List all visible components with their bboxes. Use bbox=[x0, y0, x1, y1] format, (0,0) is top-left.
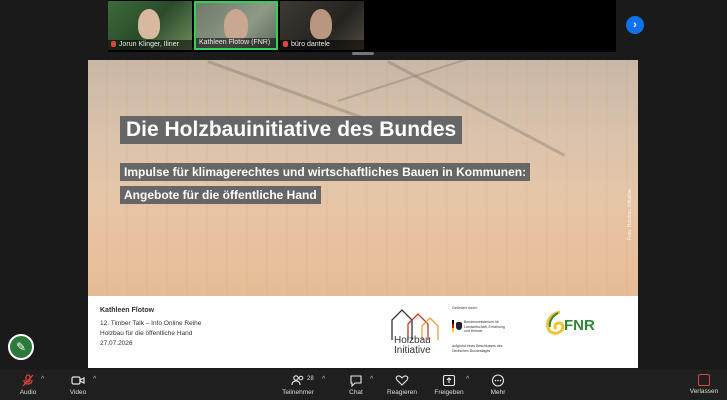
participant-video bbox=[310, 9, 332, 39]
audio-options-chevron-up-icon[interactable]: ^ bbox=[41, 376, 44, 383]
german-flag-icon bbox=[452, 320, 454, 332]
participant-tile[interactable]: Jorun Klinger, Iliner bbox=[108, 1, 192, 50]
chat-options-chevron-up-icon[interactable]: ^ bbox=[370, 376, 373, 383]
participant-count-badge: 28 bbox=[307, 376, 314, 382]
presenter-name: Kathleen Flotow bbox=[100, 307, 155, 314]
share-options-chevron-up-icon[interactable]: ^ bbox=[466, 376, 469, 383]
fnr-logo: FNR bbox=[544, 310, 608, 340]
participant-tile-active-speaker[interactable]: Kathleen Flotow (FNR) bbox=[194, 1, 278, 50]
roof-beam bbox=[337, 60, 491, 102]
react-button[interactable]: Reagieren bbox=[386, 370, 418, 400]
meeting-toolbar: Audio ^ Video ^ Teilnehmer 28 ^ Chat ^ R… bbox=[0, 370, 727, 400]
video-button[interactable]: Video bbox=[64, 370, 92, 400]
funding-note: Gefördert durch: bbox=[452, 306, 478, 310]
pencil-icon: ✎ bbox=[15, 340, 27, 354]
participants-label: Teilnehmer bbox=[282, 389, 314, 396]
muted-mic-icon bbox=[111, 41, 116, 47]
holzbau-initiative-logo: Holzbau Initiative bbox=[388, 306, 442, 356]
participant-name: büro dantele bbox=[291, 41, 330, 48]
chat-button[interactable]: Chat bbox=[342, 370, 370, 400]
share-button[interactable]: Freigeben bbox=[432, 370, 466, 400]
participants-options-chevron-up-icon[interactable]: ^ bbox=[322, 376, 325, 383]
chevron-right-icon: › bbox=[633, 19, 637, 31]
react-label: Reagieren bbox=[387, 389, 417, 396]
event-name: 12. Timber Talk – Info Online Reihe bbox=[100, 320, 202, 327]
next-page-button[interactable]: › bbox=[626, 16, 644, 34]
talk-date: 27.07.2026 bbox=[100, 340, 133, 347]
roof-beam bbox=[207, 60, 378, 125]
ministry-logo: Gefördert durch: Bundesministerium für L… bbox=[452, 306, 506, 362]
holzbau-logo-line2: Initiative bbox=[394, 345, 431, 356]
chat-label: Chat bbox=[349, 389, 363, 396]
chat-bubble-icon bbox=[350, 375, 362, 387]
annotate-button[interactable]: ✎ bbox=[8, 334, 34, 360]
participant-name: Kathleen Flotow (FNR) bbox=[199, 39, 271, 46]
slide-title: Die Holzbauinitiative des Bundes bbox=[120, 116, 463, 144]
participant-video bbox=[138, 9, 160, 39]
participants-button[interactable]: Teilnehmer bbox=[280, 370, 316, 400]
participant-tile[interactable]: büro dantele bbox=[280, 1, 364, 50]
video-options-chevron-up-icon[interactable]: ^ bbox=[93, 376, 96, 383]
participant-strip: Jorun Klinger, Iliner Kathleen Flotow (F… bbox=[108, 0, 616, 52]
shared-screen: Die Holzbauinitiative des Bundes Impulse… bbox=[88, 60, 638, 368]
meeting-window: Jorun Klinger, Iliner Kathleen Flotow (F… bbox=[0, 0, 727, 400]
participant-name: Jorun Klinger, Iliner bbox=[119, 41, 179, 48]
slide-subtitle-line1: Impulse für klimagerechtes und wirtschaf… bbox=[120, 163, 531, 181]
strip-scrollbar[interactable] bbox=[352, 52, 374, 55]
share-label: Freigeben bbox=[434, 389, 464, 396]
more-icon bbox=[491, 374, 505, 387]
fnr-leaf-icon bbox=[546, 310, 565, 335]
muted-mic-icon bbox=[283, 41, 288, 47]
heart-icon bbox=[395, 375, 409, 386]
share-screen-icon bbox=[442, 374, 456, 387]
presenter-info: Kathleen Flotow 12. Timber Talk – Info O… bbox=[100, 306, 201, 349]
muted-microphone-icon bbox=[22, 374, 34, 387]
more-label: Mehr bbox=[490, 389, 506, 396]
leave-label: Verlassen bbox=[689, 388, 719, 395]
photo-credit: Foto: Holzbau Initiative bbox=[627, 189, 633, 240]
federal-eagle-icon bbox=[456, 322, 462, 330]
audio-button[interactable]: Audio bbox=[14, 370, 42, 400]
bundestag-note: aufgrund eines Beschlusses des Deutschen… bbox=[452, 344, 503, 353]
participant-label: Kathleen Flotow (FNR) bbox=[196, 38, 276, 48]
leave-icon bbox=[698, 374, 710, 386]
ministry-name: Bundesministerium für Landwirtschaft, Er… bbox=[464, 320, 505, 333]
video-camera-icon bbox=[71, 376, 85, 385]
participants-icon bbox=[291, 375, 304, 386]
leave-button[interactable]: Verlassen bbox=[686, 370, 722, 400]
audio-label: Audio bbox=[19, 389, 37, 396]
fnr-logo-text: FNR bbox=[564, 317, 595, 334]
talk-topic: Holzbau für die öffentliche Hand bbox=[100, 330, 193, 337]
holzbau-logo-text: Holzbau Initiative bbox=[394, 336, 431, 356]
slide-subtitle-line2: Angebote für die öffentliche Hand bbox=[120, 186, 321, 204]
video-label: Video bbox=[69, 389, 87, 396]
participant-label: Jorun Klinger, Iliner bbox=[108, 40, 192, 50]
participant-label: büro dantele bbox=[280, 40, 364, 50]
more-button[interactable]: Mehr bbox=[484, 370, 512, 400]
participant-video bbox=[224, 9, 248, 41]
